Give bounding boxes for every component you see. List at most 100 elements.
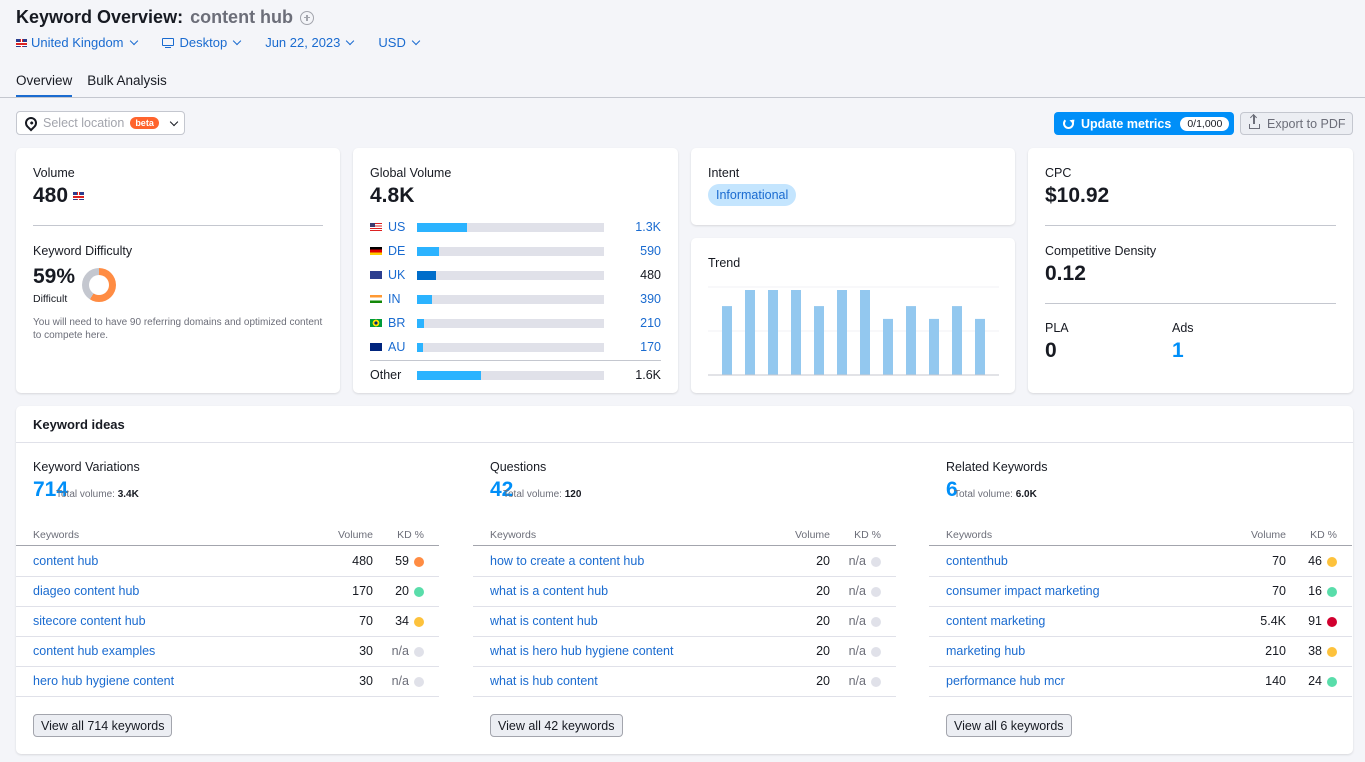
keyword-kd: n/a [391,644,409,658]
keyword-volume: 20 [816,614,830,628]
kd-indicator-dot [1327,587,1337,597]
volume-share-fill [417,294,432,304]
de-flag-icon [370,247,382,255]
chevron-down-icon [232,36,242,46]
keyword-volume: 20 [816,644,830,658]
keyword-kd: n/a [848,554,866,568]
trend-bar[interactable] [860,290,870,375]
keyword-kd: 91 [1308,614,1322,628]
device-filter[interactable]: Desktop [161,35,244,50]
cpc-label: CPC [1045,166,1072,180]
trend-bar[interactable] [975,318,985,375]
volume-header: Volume [794,529,830,541]
keyword-link[interactable]: content hub [33,554,98,568]
uk-flag-icon [370,271,382,279]
keyword-link[interactable]: diageo content hub [33,584,139,598]
volume-card: Volume 480 Keyword Difficulty 59% Diffic… [16,148,340,393]
trend-bar[interactable] [722,306,732,375]
keyword-link[interactable]: what is hero hub hygiene content [490,644,673,658]
country-volume[interactable]: 170 [640,340,661,354]
keyword-kd: 20 [395,584,409,598]
trend-bar[interactable] [745,290,755,375]
ads-value[interactable]: 1 [1172,339,1184,363]
table-row: content hub examples 30 n/a [16,637,439,667]
country-filter[interactable]: United Kingdom [16,35,140,50]
location-select[interactable]: Select location beta [16,111,185,135]
uk-flag-icon [16,38,27,47]
total-volume-value: 6.0K [1015,489,1037,500]
keywords-header: Keywords [33,529,80,541]
update-metrics-button[interactable]: Update metrics 0/1,000 [1054,112,1234,135]
keyword-volume: 210 [1265,644,1286,658]
country-code[interactable]: DE [388,244,416,258]
table-row: marketing hub 210 38 [929,637,1352,667]
volume-header: Volume [1250,529,1286,541]
country-volume[interactable]: 390 [640,292,661,306]
country-code[interactable]: IN [388,292,416,306]
country-code[interactable]: AU [388,340,416,354]
country-volume[interactable]: 590 [640,244,661,258]
trend-bar[interactable] [768,290,778,375]
export-pdf-label: Export to PDF [1267,116,1346,131]
keyword-link[interactable]: content hub examples [33,644,155,658]
keyword-link[interactable]: contenthub [946,554,1008,568]
keyword-link[interactable]: what is hub content [490,674,598,688]
chevron-down-icon [346,36,355,46]
country-volume[interactable]: 210 [640,316,661,330]
view-all-button[interactable]: View all 714 keywords [33,714,173,737]
kd-indicator-dot [1327,647,1337,657]
trend-bar[interactable] [837,290,847,375]
keyword-link[interactable]: what is a content hub [490,584,608,598]
view-all-button[interactable]: View all 42 keywords [490,714,623,737]
keyword-volume: 70 [359,614,373,628]
trend-bar[interactable] [791,290,801,375]
view-all-button[interactable]: View all 6 keywords [946,714,1072,737]
currency-filter[interactable]: USD [378,35,421,50]
kd-label: Keyword Difficulty [33,244,133,258]
divider [370,360,661,361]
keyword-link[interactable]: content marketing [946,614,1045,628]
filter-bar: United Kingdom Desktop Jun 22, 2023 USD [16,35,422,50]
trend-bar[interactable] [814,306,824,375]
page-title: Keyword Overview: content hub [16,7,315,28]
country-code[interactable]: BR [388,316,416,330]
location-pin-icon [22,114,40,132]
table-row: content hub 480 59 [16,547,439,577]
trend-bar[interactable] [883,318,893,375]
table-row: performance hub mcr 140 24 [929,667,1352,697]
country-code[interactable]: UK [388,268,416,282]
keyword-link[interactable]: sitecore content hub [33,614,146,628]
keyword-link[interactable]: hero hub hygiene content [33,674,174,688]
country-code[interactable]: US [388,220,416,234]
date-label: Jun 22, 2023 [265,35,341,50]
export-pdf-button[interactable]: Export to PDF [1240,112,1353,135]
keyword-volume: 30 [359,644,373,658]
trend-bar[interactable] [906,306,916,375]
keyword-link[interactable]: marketing hub [946,644,1025,658]
tab-overview[interactable]: Overview [16,73,73,97]
trend-bar[interactable] [929,318,939,375]
add-to-list-icon[interactable] [300,10,315,25]
keyword-kd: n/a [848,644,866,658]
country-row-us: US 1.3K [370,220,661,234]
table-header: Keywords Volume KD % [16,526,439,546]
kd-indicator-dot [871,587,881,597]
country-volume[interactable]: 1.3K [635,220,661,234]
trend-bar[interactable] [952,306,962,375]
au-flag-icon [370,343,382,351]
date-filter[interactable]: Jun 22, 2023 [265,35,356,50]
volume-header: Volume [337,529,373,541]
keyword-link[interactable]: performance hub mcr [946,674,1065,688]
divider [1045,225,1336,226]
column-title: Related Keywords [946,460,1048,474]
country-row-au: AU 170 [370,340,661,354]
keyword-link[interactable]: consumer impact marketing [946,584,1100,598]
tab-bulk-analysis[interactable]: Bulk Analysis [87,73,167,97]
keyword-volume: 30 [359,674,373,688]
keyword-link[interactable]: how to create a content hub [490,554,644,568]
keyword-kd: n/a [848,614,866,628]
keyword-link[interactable]: what is content hub [490,614,598,628]
table-row: hero hub hygiene content 30 n/a [16,667,439,697]
volume-share-fill [417,342,423,352]
tab-bar: Overview Bulk Analysis [16,73,167,97]
